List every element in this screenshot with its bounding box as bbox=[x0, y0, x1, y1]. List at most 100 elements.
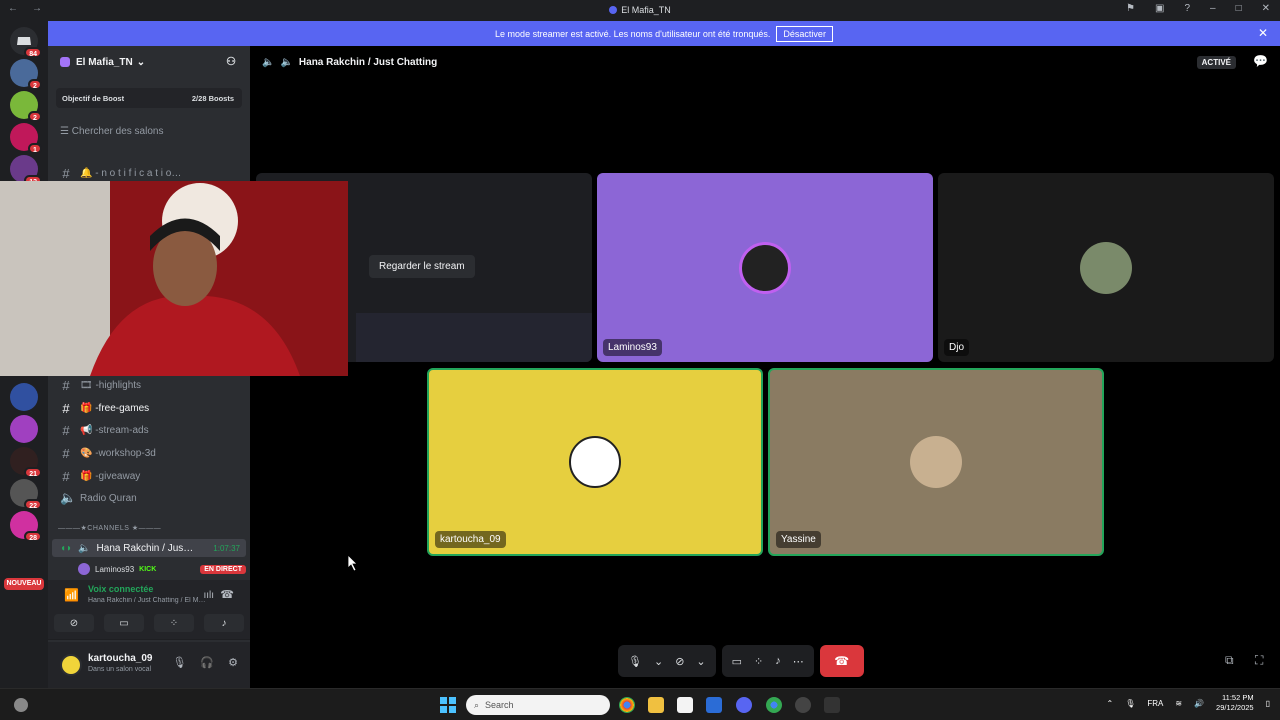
disable-streamer-button[interactable]: Désactiver bbox=[776, 25, 833, 42]
hang-up-icon[interactable]: ☎ bbox=[819, 645, 864, 677]
close-icon[interactable]: ✕ bbox=[1258, 26, 1268, 40]
discord-window: ← → El Mafia_TN ⚑ ▣ ? – □ ✕ 84 2 2 1 13 … bbox=[0, 0, 1280, 720]
participant-tile[interactable]: kartoucha_09 bbox=[427, 368, 763, 556]
active-badge[interactable]: ACTIVÉ bbox=[1196, 56, 1236, 69]
server-2-icon[interactable]: 2 bbox=[10, 91, 42, 122]
popout-icon[interactable]: ⧉ bbox=[1225, 653, 1234, 668]
widgets-icon[interactable] bbox=[14, 698, 28, 712]
chrome-icon[interactable] bbox=[766, 697, 782, 713]
chat-icon[interactable]: 💬 bbox=[1253, 54, 1268, 68]
maximize-button[interactable]: □ bbox=[1236, 3, 1242, 14]
disconnect-icon[interactable]: ☎ bbox=[220, 588, 234, 601]
speaker-icon: 🔈 bbox=[280, 56, 293, 68]
flag-icon[interactable]: ⚑ bbox=[1126, 3, 1135, 14]
mic-icon[interactable]: 🎙 bbox=[628, 655, 642, 668]
server-3-icon[interactable]: 1 bbox=[10, 123, 42, 154]
voice-time: 1:07:37 bbox=[213, 543, 240, 553]
minimize-button[interactable]: – bbox=[1210, 3, 1216, 14]
server-5-icon[interactable] bbox=[10, 383, 38, 411]
close-window-button[interactable]: ✕ bbox=[1262, 3, 1270, 14]
notification-icon[interactable]: ▯ bbox=[1266, 699, 1270, 708]
server-6-icon[interactable] bbox=[10, 415, 38, 443]
help-icon[interactable]: ? bbox=[1184, 3, 1190, 14]
language-indicator[interactable]: FRA bbox=[1147, 699, 1163, 708]
chrome-icon[interactable] bbox=[619, 697, 635, 713]
server-9-icon[interactable]: 28 bbox=[10, 511, 42, 542]
server-8-icon[interactable]: 22 bbox=[10, 479, 42, 510]
app-icon[interactable] bbox=[795, 697, 811, 713]
folder-icon[interactable] bbox=[648, 697, 664, 713]
server-7-icon[interactable]: 21 bbox=[10, 447, 42, 478]
avatar[interactable] bbox=[60, 654, 82, 676]
discord-icon[interactable] bbox=[736, 697, 752, 713]
app-icon[interactable] bbox=[824, 697, 840, 713]
signal-icon[interactable]: 📶 bbox=[64, 588, 79, 602]
channel-free-games[interactable]: # 🎁 -free-games bbox=[60, 399, 149, 417]
badge: 2 bbox=[28, 79, 42, 90]
chevron-up-icon[interactable]: ⌃ bbox=[1107, 699, 1114, 708]
participant-name: kartoucha_09 bbox=[435, 531, 506, 548]
server-1-icon[interactable]: 2 bbox=[10, 59, 42, 90]
window-controls: ⚑ ▣ ? – □ ✕ bbox=[1126, 3, 1270, 14]
activities-icon[interactable]: ⁘ bbox=[754, 655, 763, 668]
hash-icon: # bbox=[62, 377, 70, 393]
channel-radio-quran[interactable]: 🔈 Radio Quran bbox=[60, 489, 137, 507]
search-icon: ⌕ bbox=[474, 699, 480, 710]
voice-actions: ⊘ ▭ ⁘ ♪ bbox=[54, 614, 244, 632]
server-4-icon[interactable]: 13 bbox=[10, 155, 42, 186]
channel-notifications[interactable]: # 🔔 - n o t i f i c a t i o… bbox=[60, 164, 181, 182]
participant-tile[interactable]: Djo bbox=[938, 173, 1274, 362]
more-icon[interactable]: ⋯ bbox=[793, 655, 804, 668]
soundboard-icon[interactable]: ♪ bbox=[775, 655, 781, 667]
member-name: Laminos93 bbox=[95, 564, 135, 574]
watch-stream-button[interactable]: Regarder le stream bbox=[369, 255, 475, 278]
chevron-down-icon: ⌄ bbox=[136, 56, 146, 68]
voice-member[interactable]: Laminos93 KICK EN DIRECT bbox=[78, 563, 246, 575]
clock[interactable]: 11:52 PM 29/12/2025 bbox=[1216, 693, 1254, 713]
start-icon[interactable] bbox=[440, 697, 456, 718]
channel-workshop-3d[interactable]: # 🎨 -workshop-3d bbox=[60, 444, 155, 462]
participant-tile[interactable]: Laminos93 bbox=[597, 173, 933, 362]
wifi-icon[interactable]: ≋ bbox=[1175, 699, 1182, 708]
activities-icon[interactable]: ⁘ bbox=[154, 614, 194, 632]
noise-icon[interactable]: ıılı bbox=[203, 590, 214, 601]
stream-preview bbox=[356, 313, 592, 362]
avatar bbox=[78, 563, 90, 575]
dm-home-icon[interactable]: 84 bbox=[10, 27, 42, 58]
hash-icon: # bbox=[62, 165, 70, 181]
volume-icon[interactable]: 🔊 bbox=[1194, 699, 1204, 708]
server-header[interactable]: El Mafia_TN ⌄ ⚇ bbox=[48, 46, 250, 78]
chevron-down-icon[interactable]: ⌄ bbox=[696, 655, 705, 668]
hash-icon: # bbox=[62, 422, 70, 438]
screen-share-icon[interactable]: ▭ bbox=[104, 614, 144, 632]
channel-search[interactable]: ☰ Chercher des salons bbox=[60, 126, 163, 137]
mic-icon[interactable]: 🎙 bbox=[1125, 699, 1135, 708]
app-icon[interactable] bbox=[706, 697, 722, 713]
screen-share-icon[interactable]: ▭ bbox=[732, 655, 742, 668]
fullscreen-icon[interactable]: ⛶ bbox=[1255, 653, 1263, 668]
soundboard-icon[interactable]: ♪ bbox=[204, 614, 244, 632]
settings-icon[interactable]: ⚙ bbox=[228, 656, 238, 669]
channel-highlights[interactable]: # 🎞 -highlights bbox=[60, 376, 141, 394]
store-icon[interactable] bbox=[677, 697, 693, 713]
taskbar-search[interactable]: ⌕ Search bbox=[466, 695, 610, 715]
participant-tile[interactable]: Yassine bbox=[768, 368, 1104, 556]
channel-title: Hana Rakchin / Just Chatting bbox=[298, 56, 438, 68]
chevron-down-icon[interactable]: ⌄ bbox=[654, 655, 663, 668]
voice-activity-icon: ◖◗ bbox=[60, 542, 73, 554]
headphones-icon[interactable]: 🎧 bbox=[200, 656, 214, 669]
inbox-icon[interactable]: ▣ bbox=[1155, 3, 1164, 14]
camera-off-icon[interactable]: ⊘ bbox=[54, 614, 94, 632]
channel-stream-ads[interactable]: # 📢 -stream-ads bbox=[60, 421, 148, 439]
boost-label: Objectif de Boost bbox=[62, 93, 125, 103]
mic-icon[interactable]: 🎙 bbox=[172, 656, 186, 669]
badge: 84 bbox=[24, 47, 42, 58]
camera-off-icon[interactable]: ⊘ bbox=[675, 655, 684, 668]
invite-icon[interactable]: ⚇ bbox=[226, 55, 236, 68]
boost-goal[interactable]: Objectif de Boost 2/28 Boosts bbox=[56, 88, 242, 108]
channel-giveaway[interactable]: # 🎁 -giveaway bbox=[60, 467, 140, 485]
voice-channel-active[interactable]: ◖◗ 🔈 Hana Rakchin / Jus… 1:07:37 bbox=[52, 539, 246, 557]
category-channels[interactable]: ———★CHANNELS ★——— bbox=[58, 524, 161, 532]
avatar bbox=[569, 436, 621, 488]
voice-channel-name: Hana Rakchin / Jus… bbox=[96, 542, 194, 554]
